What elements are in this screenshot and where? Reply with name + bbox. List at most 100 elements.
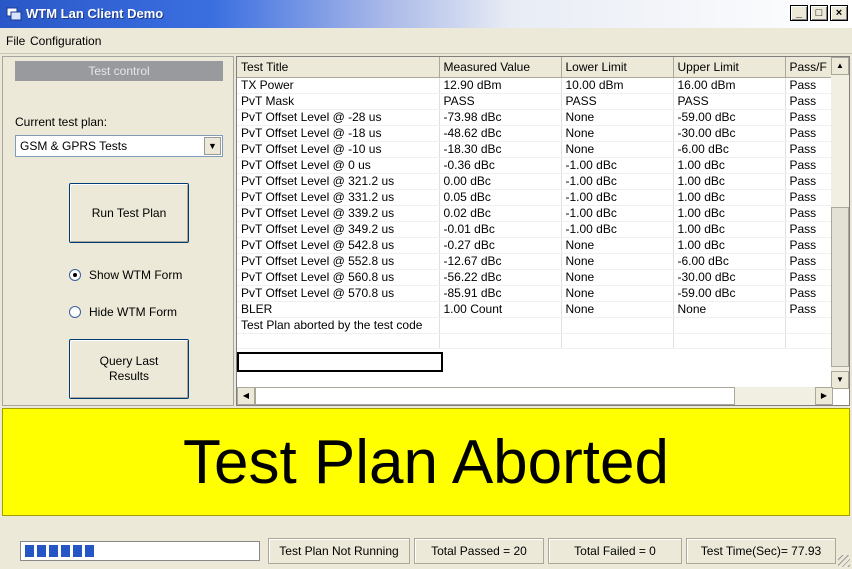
show-wtm-form-label: Show WTM Form [89, 268, 183, 282]
menu-bar: File Configuration [0, 28, 852, 54]
table-cell: 1.00 Count [439, 301, 562, 318]
table-cell: -6.00 dBc [673, 141, 786, 158]
table-cell: 1.00 dBc [673, 189, 786, 206]
window-title: WTM Lan Client Demo [26, 6, 164, 21]
maximize-button[interactable]: □ [810, 5, 828, 21]
table-cell: PvT Offset Level @ 560.8 us [237, 269, 440, 286]
table-row[interactable]: PvT Offset Level @ 0 us -0.36 dBc -1.00 dB… [237, 157, 832, 174]
table-cell: -59.00 dBc [673, 285, 786, 302]
column-header[interactable]: Pass/F [785, 57, 832, 78]
table-cell: -0.27 dBc [439, 237, 562, 254]
table-row[interactable]: PvT Offset Level @ -28 us -73.98 dBc None -… [237, 109, 832, 126]
status-banner: Test Plan Aborted [2, 408, 850, 516]
table-row[interactable]: PvT Offset Level @ 552.8 us -12.67 dBc Non… [237, 253, 832, 270]
column-header[interactable]: Test Title [237, 57, 440, 78]
table-cell: -6.00 dBc [673, 253, 786, 270]
window-controls: _ □ × [790, 5, 848, 21]
progress-fill [25, 545, 95, 557]
test-plan-value: GSM & GPRS Tests [20, 139, 128, 153]
scroll-thumb[interactable] [831, 207, 849, 367]
resize-grip-icon[interactable] [838, 555, 850, 567]
table-cell [561, 333, 674, 349]
table-cell: Pass [785, 173, 832, 190]
table-cell: PASS [439, 93, 562, 110]
table-row[interactable]: PvT Offset Level @ -10 us -18.30 dBc None -… [237, 141, 832, 158]
table-cell: None [561, 253, 674, 270]
table-cell: None [561, 109, 674, 126]
minimize-button[interactable]: _ [790, 5, 808, 21]
table-row[interactable]: PvT Offset Level @ 321.2 us 0.00 dBc -1.00… [237, 173, 832, 190]
table-cell: Pass [785, 109, 832, 126]
table-row[interactable]: PvT Offset Level @ 339.2 us 0.02 dBc -1.00… [237, 205, 832, 222]
table-cell: 16.00 dBm [673, 77, 786, 94]
table-cell: 0.05 dBc [439, 189, 562, 206]
vertical-scrollbar[interactable]: ▲ ▼ [831, 57, 849, 389]
scroll-left-icon[interactable]: ◀ [237, 387, 255, 405]
table-row[interactable]: PvT Mask PASS PASS PASS Pass [237, 93, 832, 110]
table-cell: -30.00 dBc [673, 125, 786, 142]
scroll-down-icon[interactable]: ▼ [831, 371, 849, 389]
table-cell: TX Power [237, 77, 440, 94]
hide-wtm-form-radio[interactable]: Hide WTM Form [69, 305, 177, 319]
table-cell: -18.30 dBc [439, 141, 562, 158]
show-wtm-form-radio[interactable]: Show WTM Form [69, 268, 182, 282]
table-cell: PvT Mask [237, 93, 440, 110]
horizontal-scrollbar[interactable]: ◀ ▶ [237, 387, 833, 405]
table-cell: -48.62 dBc [439, 125, 562, 142]
table-cell: None [561, 125, 674, 142]
status-bar: Test Plan Not Running Total Passed = 20 … [0, 518, 852, 569]
table-cell: -1.00 dBc [561, 189, 674, 206]
test-time-status: Test Time(Sec)= 77.93 [686, 538, 836, 564]
query-last-results-button[interactable]: Query Last Results [69, 339, 189, 399]
table-cell: PvT Offset Level @ 570.8 us [237, 285, 440, 302]
table-cell: -1.00 dBc [561, 157, 674, 174]
table-cell: -1.00 dBc [561, 205, 674, 222]
table-row[interactable]: PvT Offset Level @ 542.8 us -0.27 dBc None… [237, 237, 832, 254]
radio-selected-icon [69, 269, 81, 281]
table-cell: -0.01 dBc [439, 221, 562, 238]
test-plan-select[interactable]: GSM & GPRS Tests ▼ [15, 135, 223, 157]
table-cell: 0.00 dBc [439, 173, 562, 190]
scroll-right-icon[interactable]: ▶ [815, 387, 833, 405]
table-cell: 10.00 dBm [561, 77, 674, 94]
table-cell: Pass [785, 141, 832, 158]
table-cell: -0.36 dBc [439, 157, 562, 174]
table-cell: None [561, 301, 674, 318]
table-cell: 1.00 dBc [673, 205, 786, 222]
table-cell: 1.00 dBc [673, 173, 786, 190]
table-row[interactable]: PvT Offset Level @ -18 us -48.62 dBc None -… [237, 125, 832, 142]
scroll-up-icon[interactable]: ▲ [831, 57, 849, 75]
chevron-down-icon[interactable]: ▼ [204, 137, 221, 155]
column-header[interactable]: Upper Limit [673, 57, 786, 78]
scroll-thumb[interactable] [255, 387, 735, 405]
table-row[interactable]: Test Plan aborted by the test code [237, 317, 832, 334]
table-row[interactable]: BLER 1.00 Count None None Pass [237, 301, 832, 318]
total-passed-status: Total Passed = 20 [414, 538, 544, 564]
table-cell: -1.00 dBc [561, 173, 674, 190]
table-cell: None [561, 237, 674, 254]
table-cell: -1.00 dBc [561, 221, 674, 238]
table-row[interactable] [237, 333, 832, 349]
table-row[interactable]: PvT Offset Level @ 331.2 us 0.05 dBc -1.00… [237, 189, 832, 206]
panel-header: Test control [15, 61, 223, 81]
table-cell: PvT Offset Level @ 542.8 us [237, 237, 440, 254]
query-button-line2: Results [108, 369, 149, 383]
menu-configuration[interactable]: Configuration [30, 34, 101, 48]
table-row[interactable]: PvT Offset Level @ 570.8 us -85.91 dBc Non… [237, 285, 832, 302]
menu-file[interactable]: File [6, 34, 25, 48]
table-cell: PvT Offset Level @ -10 us [237, 141, 440, 158]
run-test-plan-button[interactable]: Run Test Plan [69, 183, 189, 243]
table-row[interactable]: PvT Offset Level @ 560.8 us -56.22 dBc Non… [237, 269, 832, 286]
column-header[interactable]: Measured Value [439, 57, 562, 78]
column-header[interactable]: Lower Limit [561, 57, 674, 78]
table-cell: None [673, 301, 786, 318]
table-cell: PvT Offset Level @ 0 us [237, 157, 440, 174]
table-cell: PvT Offset Level @ 331.2 us [237, 189, 440, 206]
results-grid[interactable]: Test Title Measured Value Lower Limit Up… [236, 56, 850, 406]
table-cell: Pass [785, 205, 832, 222]
table-row[interactable]: PvT Offset Level @ 349.2 us -0.01 dBc -1.0… [237, 221, 832, 238]
table-row[interactable]: TX Power 12.90 dBm 10.00 dBm 16.00 dBm Pass [237, 77, 832, 94]
title-bar[interactable]: WTM Lan Client Demo _ □ × [0, 0, 852, 28]
close-button[interactable]: × [830, 5, 848, 21]
table-cell [785, 333, 832, 349]
